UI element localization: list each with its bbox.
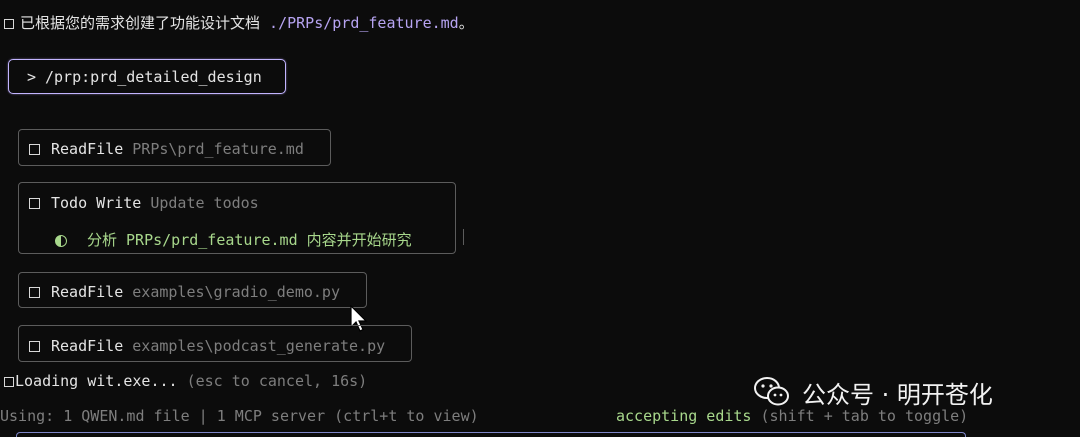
in-progress-icon bbox=[55, 234, 67, 247]
wechat-icon bbox=[754, 377, 789, 406]
tool-line: Todo Write Update todos bbox=[29, 194, 259, 212]
tool-call-readfile-2: ReadFile examples\gradio_demo.py bbox=[18, 272, 367, 308]
checkbox-icon bbox=[29, 287, 40, 298]
checkbox-icon bbox=[4, 18, 14, 29]
summary-end: 。 bbox=[458, 14, 474, 32]
tool-detail: PRPs\prd_feature.md bbox=[132, 140, 304, 158]
tool-detail: Update todos bbox=[150, 194, 259, 212]
summary-path[interactable]: ./PRPs/prd_feature.md bbox=[269, 14, 459, 32]
tool-name: ReadFile bbox=[51, 283, 124, 301]
tool-call-readfile-3: ReadFile examples\podcast_generate.py bbox=[18, 325, 412, 362]
checkbox-icon bbox=[29, 341, 40, 352]
prompt-command: /prp:prd_detailed_design bbox=[45, 68, 262, 86]
input-box-edge[interactable] bbox=[16, 432, 966, 437]
todo-text: 分析 PRPs/prd_feature.md 内容并开始研究 bbox=[87, 231, 412, 249]
tool-detail: examples\podcast_generate.py bbox=[132, 337, 386, 355]
watermark: 公众号 · 明开苍化 bbox=[754, 370, 993, 414]
prompt-box[interactable]: > /prp:prd_detailed_design bbox=[8, 59, 286, 94]
mode-label: accepting edits bbox=[616, 407, 752, 425]
tool-name: ReadFile bbox=[51, 337, 124, 355]
todo-item: 分析 PRPs/prd_feature.md 内容并开始研究 bbox=[55, 229, 412, 250]
summary-line: 已根据您的需求创建了功能设计文档 ./PRPs/prd_feature.md。 bbox=[4, 12, 474, 33]
tool-line: ReadFile PRPs\prd_feature.md bbox=[29, 140, 304, 158]
checkbox-icon bbox=[29, 144, 40, 155]
cursor-divider bbox=[463, 229, 464, 245]
checkbox-icon bbox=[29, 198, 40, 209]
summary-text: 已根据您的需求创建了功能设计文档 bbox=[20, 14, 270, 32]
tool-call-todo-write: Todo Write Update todos 分析 PRPs/prd_feat… bbox=[18, 182, 456, 254]
spinner-icon bbox=[4, 376, 14, 387]
loading-text: Loading wit.exe... bbox=[15, 372, 178, 390]
tool-name: ReadFile bbox=[51, 140, 124, 158]
tool-line: ReadFile examples\gradio_demo.py bbox=[29, 283, 340, 301]
tool-detail: examples\gradio_demo.py bbox=[132, 283, 340, 301]
loading-hint: (esc to cancel, 16s) bbox=[177, 372, 368, 390]
tool-call-readfile-1: ReadFile PRPs\prd_feature.md bbox=[18, 129, 331, 166]
watermark-text: 公众号 · 明开苍化 bbox=[802, 380, 993, 409]
tool-line: ReadFile examples\podcast_generate.py bbox=[29, 337, 385, 355]
status-using: Using: 1 QWEN.md file | 1 MCP server (ct… bbox=[0, 407, 479, 425]
prompt-chevron-icon: > bbox=[27, 68, 37, 86]
tool-name: Todo Write bbox=[51, 194, 142, 212]
loading-line: Loading wit.exe... (esc to cancel, 16s) bbox=[4, 372, 367, 390]
